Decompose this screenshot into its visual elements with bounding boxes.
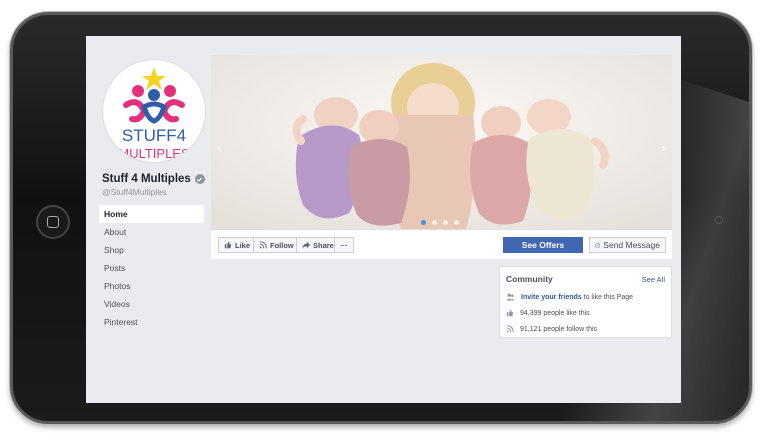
send-message-label: Send Message [603,240,660,250]
share-label: Share [313,240,334,250]
cover-dot-2[interactable] [432,220,437,225]
page-handle[interactable]: @Stuff4Multiples [102,187,166,197]
invite-row: Invite your friends to like this Page [506,293,633,301]
see-offers-label: See Offers [521,240,565,250]
likes-count-text: 94,399 people like this [520,309,590,317]
profile-picture[interactable]: STUFF4 MULTIPLES [102,59,206,163]
cover-dot-3[interactable] [443,220,448,225]
community-card: Community See All Invite your friends to… [499,266,672,338]
facebook-page-screen: STUFF4 MULTIPLES Stuff 4 Multiples @Stuf… [86,36,681,403]
follow-button[interactable]: Follow [253,237,300,253]
thumbs-up-icon [506,309,514,317]
rss-icon [259,241,267,249]
page-nav: Home About Shop Posts Photos Videos Pint… [99,205,204,331]
page-name[interactable]: Stuff 4 Multiples [102,173,205,185]
messenger-icon [595,242,601,248]
follows-count-text: 91,121 people follow this [520,325,598,333]
stuff4multiples-logo: STUFF4 MULTIPLES [118,67,190,161]
like-label: Like [235,240,251,250]
invite-friends-link[interactable]: Invite your friends [521,294,582,301]
invite-text: Invite your friends to like this Page [521,294,633,301]
logo-star-icon [142,67,166,90]
like-button[interactable]: Like [218,237,257,253]
cover-slide-dots [421,220,459,225]
follows-row: 91,121 people follow this [506,325,597,333]
logo-text-top: STUFF4 [122,126,186,145]
home-square-icon [47,216,59,228]
camera-icon [715,216,723,224]
likes-row: 94,399 people like this [506,309,590,317]
nav-item-shop[interactable]: Shop [99,241,204,259]
community-see-all-link[interactable]: See All [642,275,665,284]
follow-label: Follow [270,240,294,250]
logo-text-bottom: MULTIPLES [118,146,190,161]
nav-item-videos[interactable]: Videos [99,295,204,313]
nav-item-pinterest[interactable]: Pinterest [99,313,204,331]
cover-dot-4[interactable] [454,220,459,225]
community-title: Community [506,274,553,284]
rss-icon [506,325,514,333]
people-icon [506,293,515,301]
cover-photo-image [211,55,672,229]
nav-item-about[interactable]: About [99,223,204,241]
thumbs-up-icon [224,241,232,249]
cover-prev-icon[interactable]: ‹ [217,139,222,155]
cover-photo[interactable]: ‹ › [211,55,672,229]
more-options-button[interactable]: ··· [334,237,354,253]
invite-rest-text: to like this Page [581,293,634,301]
nav-item-photos[interactable]: Photos [99,277,204,295]
send-message-button[interactable]: Send Message [589,237,666,253]
cover-dot-1[interactable] [421,220,426,225]
share-arrow-icon [302,241,310,249]
verified-badge-icon [194,174,205,184]
nav-item-posts[interactable]: Posts [99,259,204,277]
see-offers-button[interactable]: See Offers [503,237,583,253]
cover-next-icon[interactable]: › [661,139,666,155]
page-action-bar: Like Follow Share ··· See Offers Send Me… [211,229,672,259]
page-name-text: Stuff 4 Multiples [102,173,191,185]
home-button[interactable] [36,205,70,239]
more-options-label: ··· [340,240,348,250]
nav-item-home[interactable]: Home [99,205,204,223]
